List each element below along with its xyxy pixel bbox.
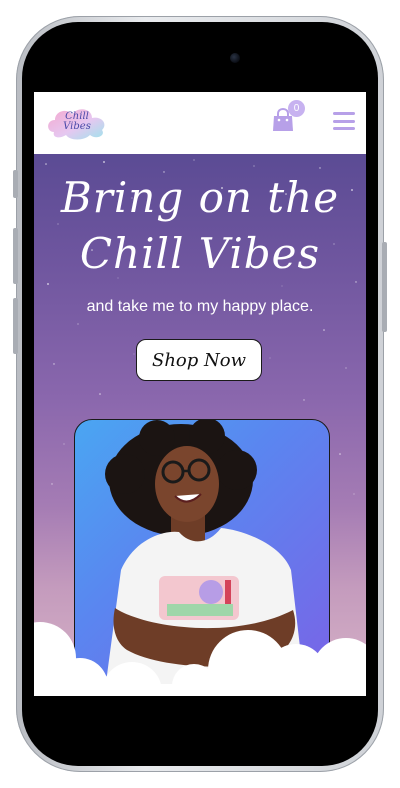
- cart-count-badge: 0: [288, 100, 305, 117]
- hamburger-menu-icon: [333, 127, 355, 130]
- logo-wordmark: Chill Vibes: [44, 102, 110, 142]
- hero-headline-line-1: Bring on the: [60, 173, 340, 222]
- hamburger-menu-button[interactable]: [333, 112, 355, 130]
- logo-line-2: Vibes: [63, 121, 91, 132]
- screen: Chill Vibes 0 Bring on the Chill Vibes a…: [34, 92, 366, 696]
- hero-section: Bring on the Chill Vibes and take me to …: [34, 154, 366, 696]
- hero-headline-line-2: Chill Vibes: [79, 229, 321, 278]
- hamburger-menu-icon: [333, 119, 355, 123]
- phone-action-button: [13, 170, 18, 198]
- hamburger-menu-icon: [333, 112, 355, 115]
- site-logo[interactable]: Chill Vibes: [44, 102, 110, 142]
- phone-volume-down-button: [13, 298, 18, 354]
- front-camera: [230, 53, 240, 63]
- hero-headline: Bring on the Chill Vibes: [34, 170, 366, 282]
- site-header: Chill Vibes 0: [34, 92, 366, 154]
- cloud-border-decoration: [34, 622, 366, 696]
- dynamic-island: [146, 42, 256, 74]
- shop-now-button[interactable]: Shop Now: [136, 339, 262, 381]
- phone-volume-up-button: [13, 228, 18, 284]
- hero-subtitle: and take me to my happy place.: [86, 298, 314, 315]
- phone-power-button: [382, 242, 387, 332]
